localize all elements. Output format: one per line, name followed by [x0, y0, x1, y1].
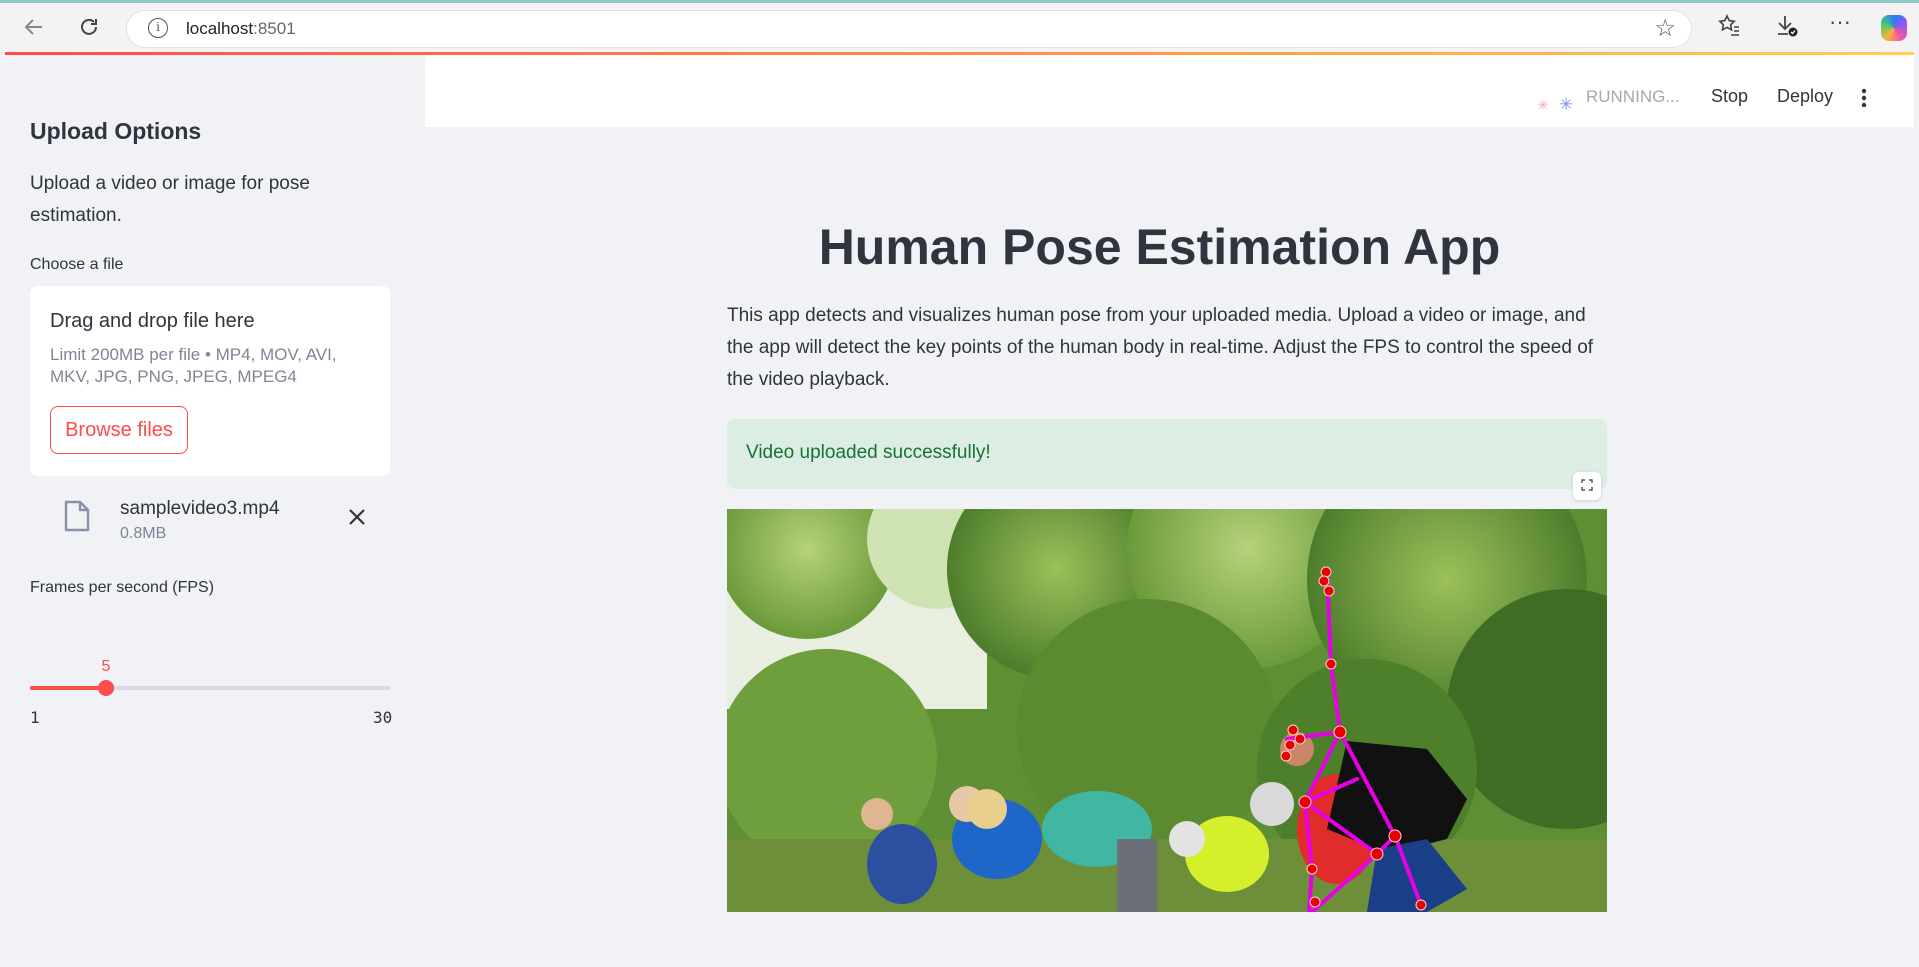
- more-icon[interactable]: ···: [1825, 9, 1855, 35]
- file-dropzone[interactable]: Drag and drop file here Limit 200MB per …: [30, 286, 390, 476]
- success-message: Video uploaded successfully!: [746, 442, 991, 463]
- app-header: ✳ ✳ RUNNING... Stop Deploy: [425, 55, 1914, 127]
- stop-button[interactable]: Stop: [1711, 86, 1748, 107]
- pose-video-frame: [727, 509, 1607, 912]
- slider-min-label: 1: [30, 708, 40, 727]
- slider-value: 5: [101, 658, 111, 675]
- fullscreen-icon[interactable]: [1573, 472, 1601, 500]
- url-text: localhost:8501: [186, 19, 296, 38]
- remove-file-icon[interactable]: [348, 504, 366, 530]
- back-arrow-icon[interactable]: [18, 11, 50, 43]
- sidebar-title: Upload Options: [30, 118, 202, 144]
- slider-thumb[interactable]: [98, 680, 114, 696]
- page-title: Human Pose Estimation App: [818, 219, 1501, 275]
- video-scene: [727, 509, 1607, 912]
- downloads-icon[interactable]: [1771, 13, 1801, 43]
- slider-max-label: 30: [373, 708, 393, 727]
- browser-toolbar: i localhost:8501 ☆ ···: [0, 0, 1919, 52]
- fps-slider[interactable]: 5: [30, 658, 390, 700]
- uploaded-file-item: samplevideo3.mp4 0.8MB: [30, 490, 390, 560]
- running-spinner-icon: ✳: [1537, 97, 1549, 113]
- slider-fill: [30, 686, 106, 690]
- sidebar-description: Upload a video or image for pose estimat…: [30, 173, 310, 226]
- success-alert: Video uploaded successfully!: [727, 419, 1607, 489]
- main-content: ✳ ✳ RUNNING... Stop Deploy Human Pose Es…: [425, 55, 1914, 967]
- dropzone-title: Drag and drop file here: [50, 310, 255, 332]
- file-uploader-label: Choose a file: [30, 256, 124, 273]
- deploy-button[interactable]: Deploy: [1777, 86, 1833, 107]
- running-status: RUNNING...: [1586, 87, 1680, 106]
- browse-files-button[interactable]: Browse files: [50, 406, 188, 454]
- favorites-icon[interactable]: [1714, 13, 1744, 43]
- refresh-icon[interactable]: [73, 11, 105, 43]
- file-name: samplevideo3.mp4: [120, 498, 280, 519]
- running-spinner-icon-2: ✳: [1559, 95, 1574, 114]
- info-icon[interactable]: i: [148, 18, 168, 38]
- file-size: 0.8MB: [120, 525, 167, 542]
- star-icon[interactable]: ☆: [1654, 14, 1676, 43]
- address-bar[interactable]: i localhost:8501 ☆: [126, 10, 1692, 48]
- fps-slider-label: Frames per second (FPS): [30, 579, 215, 596]
- copilot-icon[interactable]: [1881, 15, 1907, 41]
- main-menu-icon[interactable]: [1861, 88, 1867, 108]
- file-icon: [64, 500, 90, 537]
- dropzone-limit-text: Limit 200MB per file • MP4, MOV, AVI, MK…: [50, 345, 337, 386]
- intro-text: This app detects and visualizes human po…: [727, 305, 1594, 390]
